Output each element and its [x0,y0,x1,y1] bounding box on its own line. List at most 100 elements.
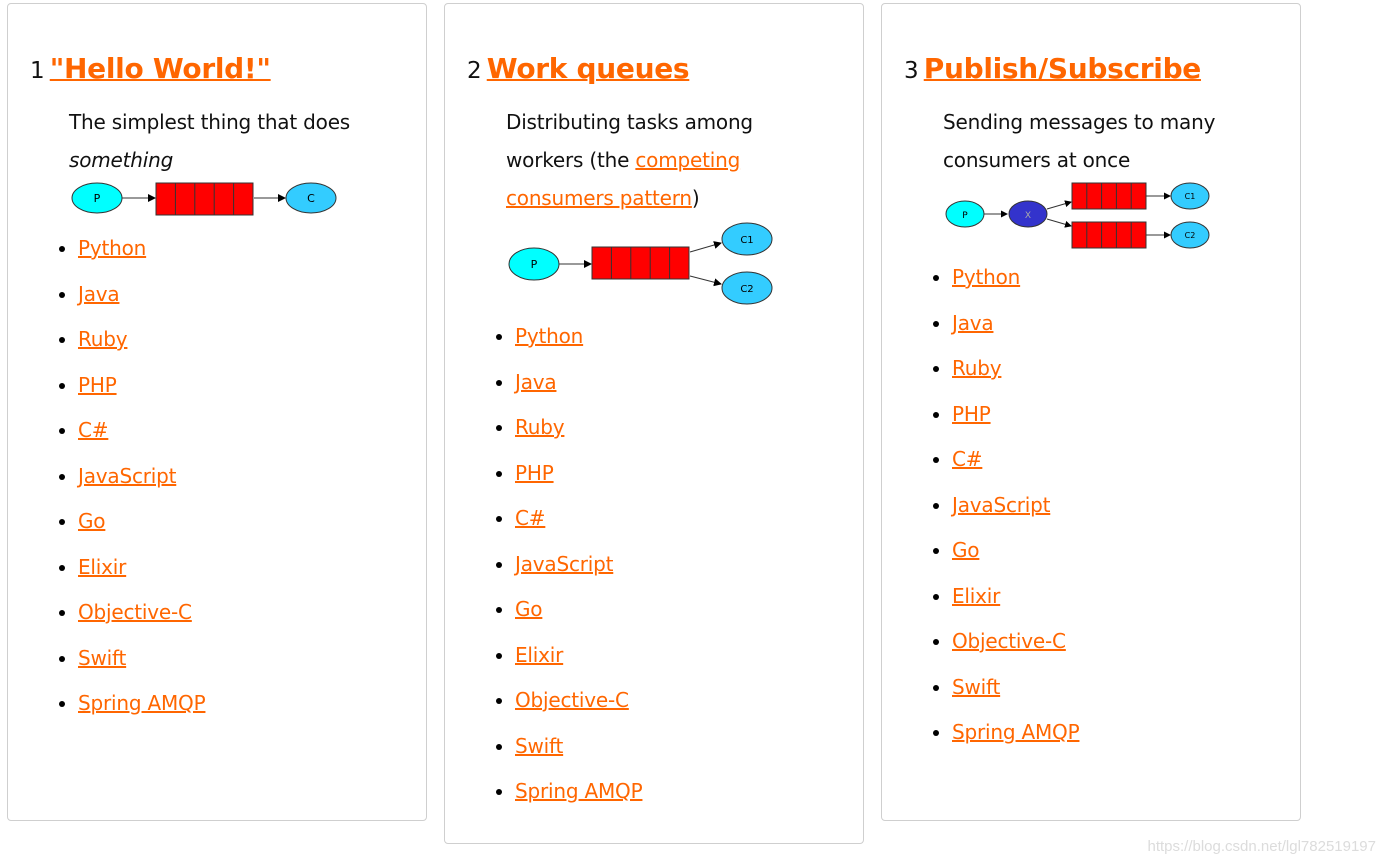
consumer-label: C [307,192,315,205]
queue-node [155,182,254,216]
consumer-label-1: C1 [1185,192,1196,201]
tutorial-number: 3 [904,58,919,84]
language-list-item: Spring AMQP [78,688,206,734]
language-link-javascript[interactable]: JavaScript [515,552,613,576]
tutorial-card-publish-subscribe: 3 Publish/Subscribe Sending messages to … [881,3,1301,821]
consumer-label-2: C2 [740,284,753,295]
language-list-item: Swift [78,643,205,689]
language-link-swift[interactable]: Swift [515,734,563,758]
language-link-php[interactable]: PHP [78,373,117,397]
language-list-item: Go [515,594,642,640]
exchange-label: X [1025,211,1031,221]
language-link-c-[interactable]: C# [952,447,983,471]
language-list-item: Ruby [78,324,205,370]
language-list-item: JavaScript [952,490,1079,536]
language-list: Python Java Ruby PHP C# JavaScript Go Elixir Obj… [908,262,1080,763]
language-list-item: C# [78,415,205,461]
language-list-item: Objective-C [78,597,205,643]
tutorial-card-work-queues: 2 Work queues Distributing tasks among w… [444,3,864,844]
language-list-item: JavaScript [515,549,642,595]
producer-label: P [94,192,101,205]
language-link-c-[interactable]: C# [515,506,546,530]
language-link-elixir[interactable]: Elixir [952,584,1000,608]
tutorial-number: 2 [467,58,482,84]
language-list-item: Objective-C [952,626,1079,672]
language-link-spring-amqp[interactable]: Spring AMQP [78,691,206,715]
language-link-ruby[interactable]: Ruby [515,415,565,439]
tutorial-description: Distributing tasks among workers (the co… [506,110,753,210]
producer-label: P [962,211,968,221]
language-link-c-[interactable]: C# [78,418,109,442]
queue-node-1 [1071,182,1147,210]
language-link-ruby[interactable]: Ruby [952,356,1002,380]
work-queues-diagram: P C1 C2 [508,222,773,305]
tutorial-description: Sending messages to many consumers at on… [943,110,1216,172]
language-list-item: Go [952,535,1079,581]
language-link-javascript[interactable]: JavaScript [952,493,1050,517]
language-list-item: Objective-C [515,685,642,731]
language-link-java[interactable]: Java [78,282,120,306]
emphasis-text: something [69,148,174,172]
language-link-javascript[interactable]: JavaScript [78,464,176,488]
tutorial-heading: 1 "Hello World!" [30,52,271,85]
language-list-item: Elixir [78,552,205,598]
producer-label: P [531,258,538,271]
language-link-java[interactable]: Java [515,370,557,394]
language-list-item: PHP [952,399,1079,445]
language-list-item: Spring AMQP [515,776,643,822]
tutorial-title-link[interactable]: "Hello World!" [50,52,271,85]
language-list-item: Spring AMQP [952,717,1080,763]
language-list-item: Swift [952,672,1079,718]
tutorial-title-link[interactable]: Publish/Subscribe [924,52,1202,85]
language-list-item: Ruby [952,353,1079,399]
language-link-objective-c[interactable]: Objective-C [78,600,192,624]
language-list-item: Python [78,233,205,279]
watermark-text: https://blog.csdn.net/lgl782519197 [1147,838,1376,855]
language-link-spring-amqp[interactable]: Spring AMQP [952,720,1080,744]
language-link-go[interactable]: Go [952,538,980,562]
language-link-objective-c[interactable]: Objective-C [952,629,1066,653]
language-link-spring-amqp[interactable]: Spring AMQP [515,779,643,803]
language-list-item: Ruby [515,412,642,458]
hello-world-diagram: P C [71,182,337,216]
language-list: Python Java Ruby PHP C# JavaScript Go Elixir Obj… [34,233,206,734]
language-link-php[interactable]: PHP [515,461,554,485]
language-list-item: Python [952,262,1079,308]
language-list-item: Go [78,506,205,552]
language-list-item: Python [515,321,642,367]
queue-node [591,246,690,280]
tutorial-card-hello-world: 1 "Hello World!" The simplest thing that… [7,3,427,821]
consumer-label-1: C1 [740,235,753,246]
language-link-java[interactable]: Java [952,311,994,335]
language-link-ruby[interactable]: Ruby [78,327,128,351]
consumer-label-2: C2 [1185,231,1196,240]
language-link-elixir[interactable]: Elixir [78,555,126,579]
language-list-item: Java [78,279,205,325]
language-link-python[interactable]: Python [952,265,1020,289]
language-list-item: Swift [515,731,642,777]
language-list-item: PHP [515,458,642,504]
tutorial-title-link[interactable]: Work queues [487,52,690,85]
language-link-python[interactable]: Python [78,236,146,260]
language-list-item: PHP [78,370,205,416]
language-list-item: JavaScript [78,461,205,507]
language-list-item: Java [515,367,642,413]
language-list-item: Elixir [515,640,642,686]
language-list-item: C# [952,444,1079,490]
tutorial-heading: 3 Publish/Subscribe [904,52,1201,85]
language-link-swift[interactable]: Swift [952,675,1000,699]
tutorial-number: 1 [30,58,45,84]
language-link-swift[interactable]: Swift [78,646,126,670]
language-link-go[interactable]: Go [78,509,106,533]
language-link-objective-c[interactable]: Objective-C [515,688,629,712]
tutorial-description: The simplest thing that does something [69,110,351,172]
tutorial-heading: 2 Work queues [467,52,690,85]
publish-subscribe-diagram: P X C1 C2 [945,182,1210,249]
queue-node-2 [1071,221,1147,249]
language-link-go[interactable]: Go [515,597,543,621]
language-list-item: Elixir [952,581,1079,627]
language-link-python[interactable]: Python [515,324,583,348]
language-list: Python Java Ruby PHP C# JavaScript Go Elixir Obj… [471,321,643,822]
language-link-elixir[interactable]: Elixir [515,643,563,667]
language-link-php[interactable]: PHP [952,402,991,426]
